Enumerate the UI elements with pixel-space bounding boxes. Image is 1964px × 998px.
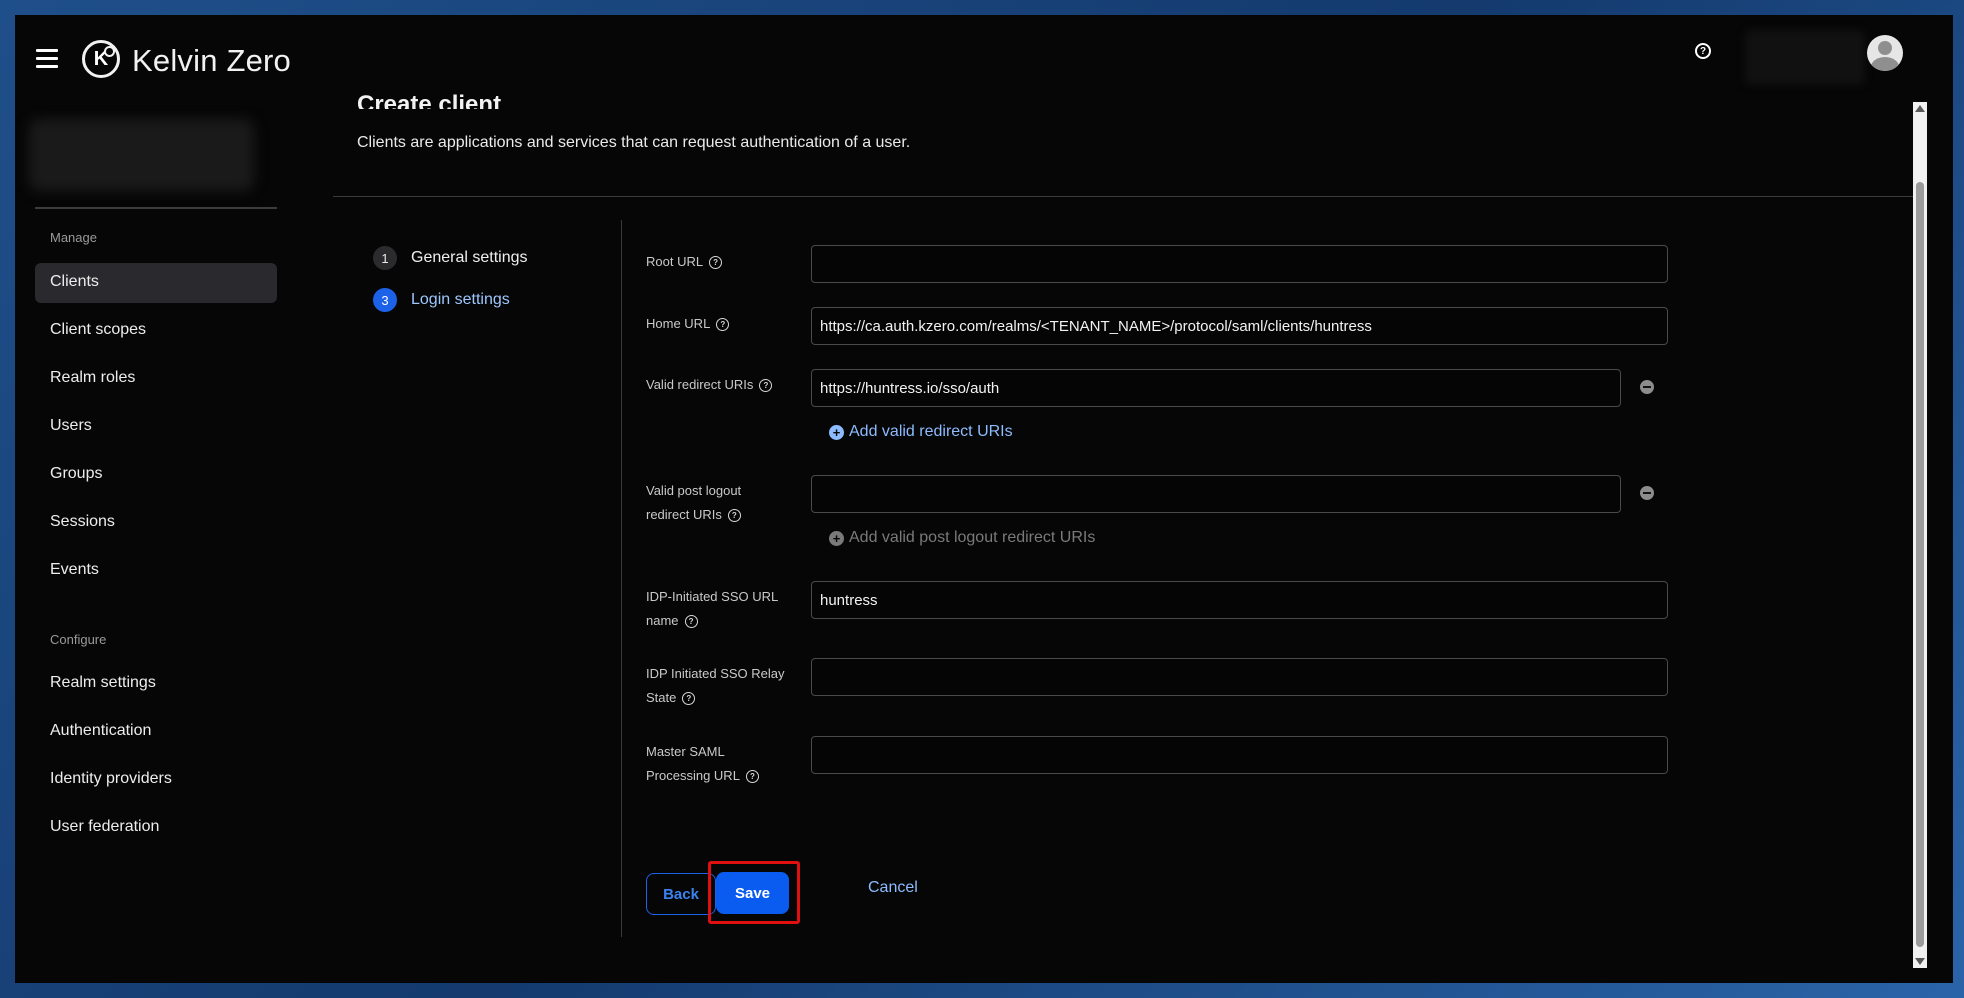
hamburger-menu-icon[interactable] [36,49,58,69]
home-url-label: Home URL? [646,312,796,336]
step-label: Login settings [411,291,510,308]
root-url-input[interactable] [811,245,1668,283]
cancel-button[interactable]: Cancel [868,879,918,897]
username-redacted [1745,30,1865,85]
valid-redirect-uris-label: Valid redirect URIs? [646,373,816,397]
label-line-1: Master SAML [646,744,725,759]
sidebar-section-configure: Configure [50,632,107,647]
help-icon[interactable]: ? [684,615,698,629]
app-window: K Kelvin Zero ? Manage Clients Client sc… [15,15,1953,983]
label-line-2: redirect URIs [646,507,722,522]
help-icon[interactable]: ? [709,256,723,270]
remove-post-logout-uri-icon[interactable] [1640,486,1654,500]
help-icon[interactable]: ? [759,379,773,393]
masthead: K Kelvin Zero ? [15,15,1953,105]
step-number: 1 [373,246,397,270]
help-icon[interactable]: ? [1695,43,1711,59]
home-url-input[interactable] [811,307,1668,345]
sidebar-item-identity-providers[interactable]: Identity providers [35,760,277,800]
step-number: 3 [373,288,397,312]
step-login-settings[interactable]: 3 Login settings [373,287,613,313]
sidebar-item-groups[interactable]: Groups [35,455,277,495]
sidebar-item-sessions[interactable]: Sessions [35,503,277,543]
help-icon[interactable]: ? [716,318,730,332]
sidebar-section-manage: Manage [50,230,97,245]
sidebar-item-realm-roles[interactable]: Realm roles [35,359,277,399]
valid-redirect-uri-input[interactable] [811,369,1621,407]
scroll-thumb[interactable] [1916,182,1924,947]
step-label: General settings [411,249,528,266]
root-url-label-text: Root URL [646,254,704,269]
sidebar-item-client-scopes[interactable]: Client scopes [35,311,277,351]
label-line-2: name [646,613,679,628]
steps-divider [621,220,622,937]
label-line-2: State [646,690,677,705]
realm-divider [35,207,277,209]
home-url-label-text: Home URL [646,316,711,331]
add-valid-redirect-uris-text: Add valid redirect URIs [849,423,1013,440]
scroll-down-icon[interactable] [1915,958,1925,965]
user-avatar-icon[interactable] [1867,35,1903,71]
idp-initiated-sso-url-name-label: IDP-Initiated SSO URL name? [646,585,806,633]
label-line-1: IDP Initiated SSO Relay [646,666,785,681]
realm-selector[interactable] [29,119,254,191]
label-line-1: IDP-Initiated SSO URL [646,589,779,604]
help-icon[interactable]: ? [727,509,741,523]
sidebar-item-user-federation[interactable]: User federation [35,808,277,848]
step-general-settings[interactable]: 1 General settings [373,245,613,271]
root-url-label: Root URL? [646,250,796,274]
add-valid-redirect-uris-link[interactable]: + Add valid redirect URIs [829,423,1013,441]
back-button[interactable]: Back [646,873,716,915]
help-icon[interactable]: ? [682,692,696,706]
master-saml-processing-url-input[interactable] [811,736,1668,774]
sidebar: Manage Clients Client scopes Realm roles… [15,105,280,983]
master-saml-processing-url-label: Master SAML Processing URL? [646,740,796,788]
plus-circle-icon: + [829,424,844,440]
remove-redirect-uri-icon[interactable] [1640,380,1654,394]
save-button[interactable]: Save [716,872,789,914]
valid-post-logout-redirect-uri-input[interactable] [811,475,1621,513]
valid-post-logout-redirect-uris-label: Valid post logout redirect URIs? [646,479,796,527]
add-valid-post-logout-redirect-uris-text: Add valid post logout redirect URIs [849,529,1096,546]
page-description: Clients are applications and services th… [357,134,911,151]
sidebar-item-events[interactable]: Events [35,551,277,591]
sidebar-item-users[interactable]: Users [35,407,277,447]
page-title: Create client [357,91,502,109]
sidebar-item-authentication[interactable]: Authentication [35,712,277,752]
main-content: Create client Clients are applications a… [333,91,1933,983]
plus-circle-icon: + [829,530,844,546]
sidebar-item-clients[interactable]: Clients [35,263,277,303]
add-valid-post-logout-redirect-uris-link[interactable]: + Add valid post logout redirect URIs [829,529,1095,547]
idp-initiated-sso-relay-state-input[interactable] [811,658,1668,696]
idp-initiated-sso-url-name-input[interactable] [811,581,1668,619]
label-line-2: Processing URL [646,768,740,783]
vertical-scrollbar[interactable] [1913,102,1927,968]
idp-initiated-sso-relay-state-label: IDP Initiated SSO Relay State? [646,662,806,710]
sidebar-item-realm-settings[interactable]: Realm settings [35,664,277,704]
label-line-1: Valid post logout [646,483,742,498]
header-divider [333,196,1913,197]
valid-redirect-uris-label-text: Valid redirect URIs [646,377,754,392]
kelvin-zero-logo-icon: K [82,40,120,78]
help-icon[interactable]: ? [745,770,759,784]
brand-name: Kelvin Zero [132,43,291,78]
scroll-up-icon[interactable] [1915,105,1925,112]
